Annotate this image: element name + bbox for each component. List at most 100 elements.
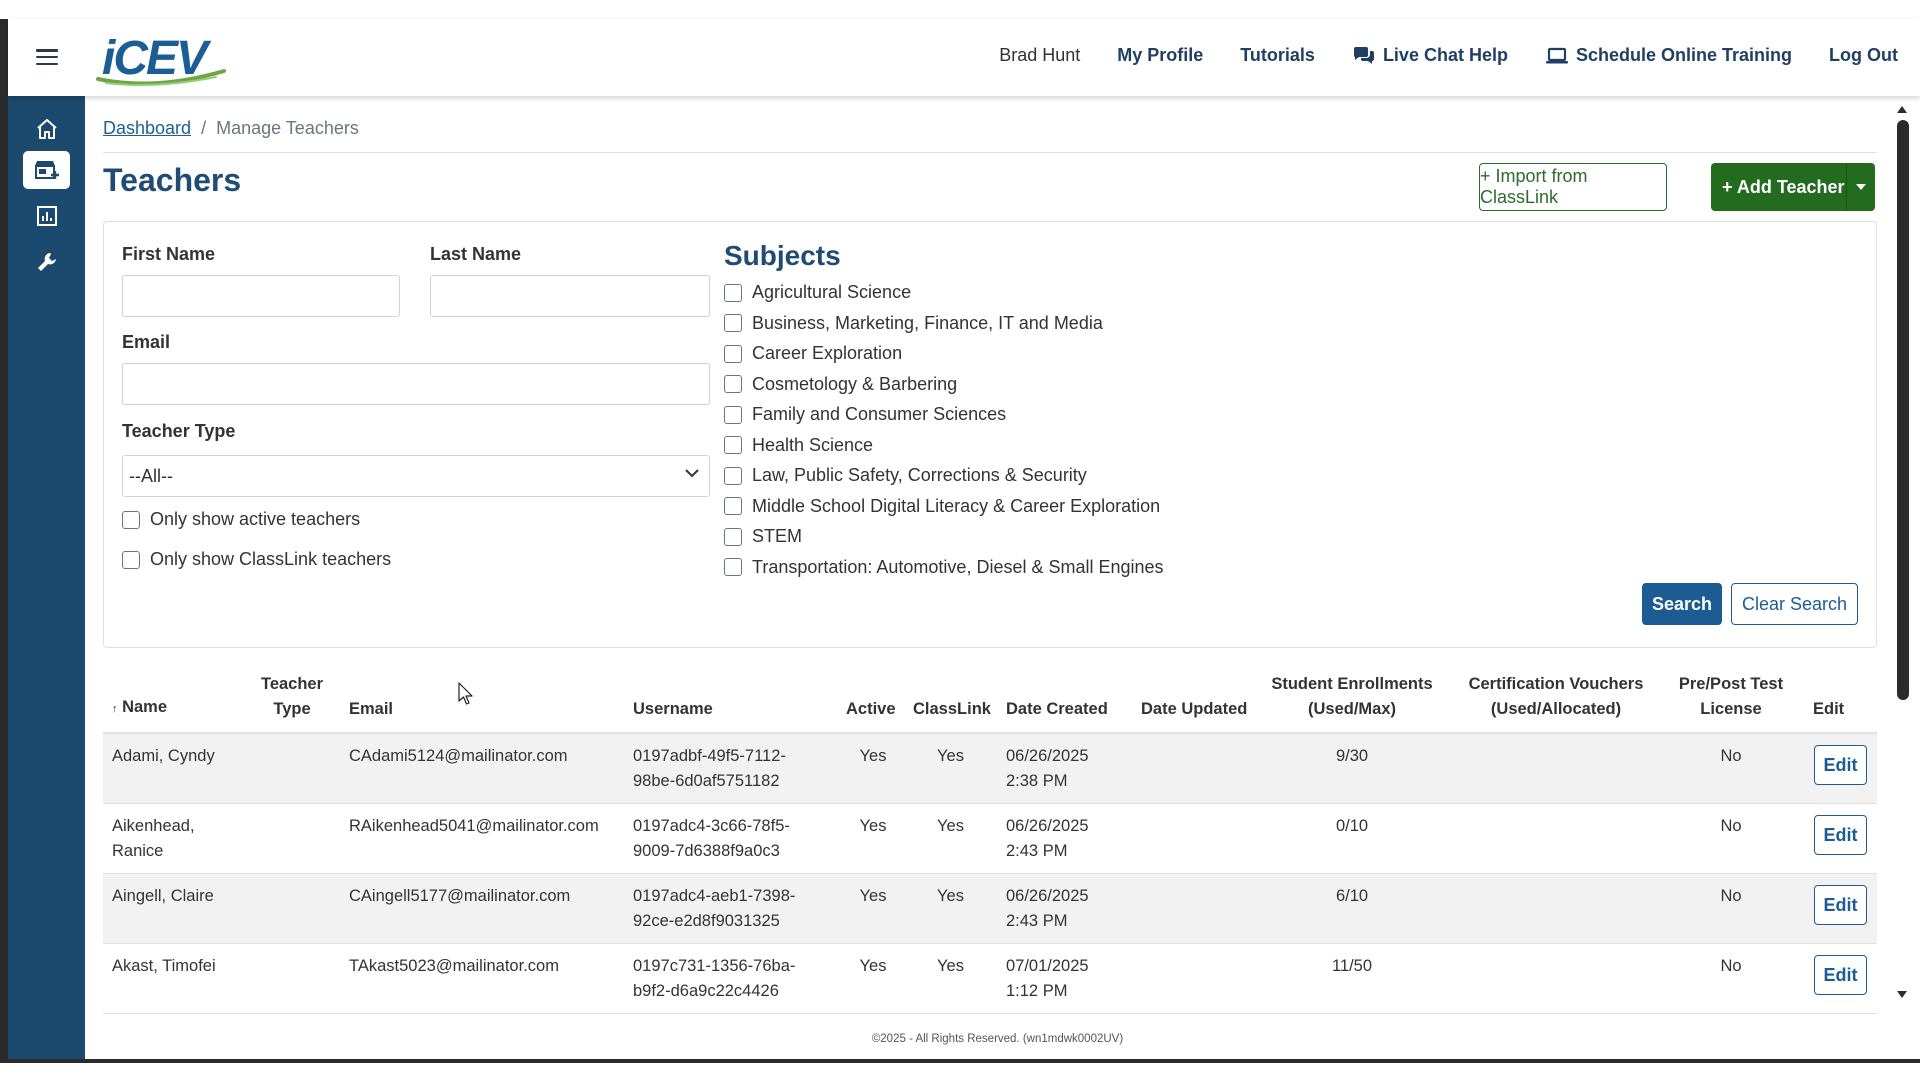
teacher-type-value: --All-- [129, 465, 173, 486]
col-teacher-type-label-2: Type [273, 700, 311, 718]
edit-button[interactable]: Edit [1814, 885, 1867, 925]
edit-button[interactable]: Edit [1814, 745, 1867, 785]
subject-label: Family and Consumer Sciences [752, 404, 1007, 424]
live-chat-link[interactable]: Live Chat Help [1352, 45, 1508, 66]
edit-button[interactable]: Edit [1814, 955, 1867, 995]
only-active-row[interactable]: Only show active teachers [122, 509, 360, 530]
subject-item[interactable]: Agricultural Science [724, 282, 911, 303]
subject-label: STEM [752, 526, 803, 546]
first-name-label: First Name [122, 244, 216, 264]
cell-name-line-1: Adami, Cyndy [112, 747, 215, 765]
col-active-header[interactable]: Active [846, 697, 896, 722]
col-teacher-type-label-1: Teacher [260, 675, 324, 693]
breadcrumb-dashboard-link[interactable]: Dashboard [103, 118, 191, 138]
col-email-header[interactable]: Email [349, 697, 393, 722]
tutorials-link[interactable]: Tutorials [1240, 45, 1315, 66]
cell-enrollments: 6/10 [1335, 887, 1369, 905]
subject-item[interactable]: Family and Consumer Sciences [724, 404, 1006, 425]
cell-prepost: No [1720, 957, 1742, 975]
subject-label: Agricultural Science [752, 282, 912, 302]
col-enrollments-header[interactable]: Student Enrollments (Used/Max) [1267, 672, 1437, 722]
col-name-header[interactable]: ↑ Name [112, 695, 167, 722]
cell-username-line-1: 0197adbf-49f5-7112- [633, 747, 786, 765]
subject-checkbox[interactable] [724, 375, 742, 393]
subject-item[interactable]: Health Science [724, 435, 873, 456]
cell-date-created-line-2: 2:43 PM [1006, 912, 1068, 930]
subject-item[interactable]: Career Exploration [724, 343, 902, 364]
col-prepost-header[interactable]: Pre/Post Test License [1671, 672, 1791, 722]
home-icon [36, 119, 57, 139]
add-teacher-dropdown-toggle[interactable] [1846, 163, 1875, 211]
subject-checkbox[interactable] [724, 558, 742, 576]
only-active-checkbox[interactable] [122, 510, 140, 529]
edit-button[interactable]: Edit [1814, 815, 1867, 855]
last-name-input[interactable] [430, 275, 710, 317]
store-add-icon [34, 161, 59, 179]
cell-active: Yes [859, 887, 887, 905]
cell-username-line-2: b9f2-d6a9c22c4426 [633, 982, 779, 1000]
subject-checkbox[interactable] [724, 497, 742, 515]
teacher-type-select[interactable]: --All-- [122, 455, 710, 497]
subject-checkbox[interactable] [724, 405, 742, 424]
search-button[interactable]: Search [1642, 583, 1722, 625]
cell-date-created-line-1: 07/01/2025 [1006, 957, 1089, 975]
col-teacher-type-header[interactable]: Teacher Type [255, 672, 329, 722]
col-date-created-header[interactable]: Date Created [1006, 697, 1108, 722]
subject-checkbox[interactable] [724, 344, 742, 363]
subject-item[interactable]: Law, Public Safety, Corrections & Securi… [724, 465, 1087, 486]
logout-link[interactable]: Log Out [1829, 45, 1898, 66]
breadcrumb-divider [103, 152, 1877, 153]
subject-item[interactable]: Cosmetology & Barbering [724, 374, 957, 395]
subject-checkbox[interactable] [724, 466, 742, 485]
app-window: iCEV Brad Hunt My Profile Tutorials Live… [0, 0, 1920, 1080]
cell-email: CAingell5177@mailinator.com [349, 887, 571, 905]
col-date-updated-header[interactable]: Date Updated [1141, 697, 1247, 722]
col-vouchers-label-2: (Used/Allocated) [1490, 700, 1622, 718]
only-classlink-checkbox[interactable] [122, 550, 140, 569]
sidebar-item-reports[interactable] [23, 197, 70, 235]
scroll-down-arrow-icon[interactable] [1896, 990, 1908, 1000]
scroll-up-arrow-icon[interactable] [1896, 104, 1908, 114]
breadcrumb-separator: / [201, 118, 207, 138]
subject-checkbox[interactable] [724, 527, 742, 546]
cell-date-created-line-2: 1:12 PM [1006, 982, 1068, 1000]
sidebar-item-manage[interactable] [23, 151, 70, 189]
first-name-input[interactable] [122, 275, 400, 317]
col-classlink-header[interactable]: ClassLink [913, 697, 991, 722]
col-vouchers-header[interactable]: Certification Vouchers (Used/Allocated) [1461, 672, 1651, 722]
cell-username: 0197adbf-49f5-7112- 98be-6d0af5751182 [633, 744, 786, 794]
cell-classlink: Yes [937, 887, 964, 905]
col-prepost-label-1: Pre/Post Test [1678, 675, 1784, 693]
import-classlink-button[interactable]: + Import from ClassLink [1479, 163, 1667, 211]
cell-email: CAdami5124@mailinator.com [349, 747, 568, 765]
hamburger-menu-icon[interactable] [36, 49, 58, 66]
icev-logo[interactable]: iCEV [96, 27, 236, 89]
email-input[interactable] [122, 363, 710, 405]
subject-item[interactable]: Business, Marketing, Finance, IT and Med… [724, 313, 1103, 334]
col-username-header[interactable]: Username [633, 697, 713, 722]
subject-item[interactable]: Transportation: Automotive, Diesel & Sma… [724, 557, 1164, 578]
my-profile-link[interactable]: My Profile [1117, 45, 1203, 66]
add-teacher-button[interactable]: + Add Teacher [1711, 163, 1875, 211]
subject-checkbox[interactable] [724, 283, 742, 302]
clear-search-button[interactable]: Clear Search [1731, 583, 1858, 625]
cell-classlink: Yes [937, 957, 964, 975]
sidebar-item-home[interactable] [23, 110, 70, 148]
cell-date-created-line-2: 2:43 PM [1006, 842, 1068, 860]
cell-username: 0197c731-1356-76ba-b9f2-d6a9c22c4426 [633, 954, 795, 1004]
cell-username-line-2: 92ce-e2d8f9031325 [633, 912, 780, 930]
sidebar-item-tools[interactable] [23, 243, 70, 281]
only-classlink-row[interactable]: Only show ClassLink teachers [122, 549, 391, 570]
logo-swoosh-icon [96, 69, 226, 86]
scrollbar-thumb[interactable] [1897, 120, 1909, 700]
subject-checkbox[interactable] [724, 436, 742, 454]
cell-name-line-1: Aingell, Claire [112, 887, 214, 905]
subject-checkbox[interactable] [724, 314, 742, 332]
subject-item[interactable]: Middle School Digital Literacy & Career … [724, 496, 1160, 517]
cell-date-created-line-1: 06/26/2025 [1006, 887, 1089, 905]
schedule-training-link[interactable]: Schedule Online Training [1545, 45, 1792, 66]
only-active-label: Only show active teachers [150, 509, 361, 529]
subject-item[interactable]: STEM [724, 526, 802, 547]
last-name-label: Last Name [430, 244, 522, 264]
table-row: Adami, Cyndy CAdami5124@mailinator.com 0… [103, 734, 1877, 804]
